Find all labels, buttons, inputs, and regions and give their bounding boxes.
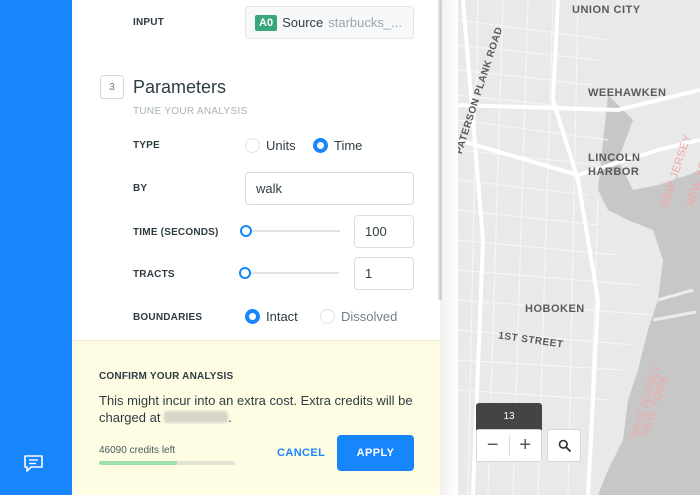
zoom-out-button[interactable]: − <box>477 430 509 461</box>
confirm-body-suffix: . <box>228 410 232 425</box>
type-option-time-label: Time <box>334 138 363 153</box>
cancel-button[interactable]: CANCEL <box>277 447 325 459</box>
type-label: TYPE <box>133 140 160 151</box>
boundaries-option-intact-label: Intact <box>266 309 298 324</box>
tracts-slider[interactable] <box>239 267 339 279</box>
radio-unselected-icon <box>245 138 260 153</box>
step-number: 3 <box>100 75 124 99</box>
map-label-lincoln-harbor: LINCOLN HARBOR <box>588 152 641 178</box>
time-label: TIME (SECONDS) <box>133 227 219 238</box>
confirm-title: CONFIRM YOUR ANALYSIS <box>99 371 234 382</box>
input-label: INPUT <box>133 17 164 28</box>
map-label-hoboken: HOBOKEN <box>525 303 585 315</box>
tracts-label: TRACTS <box>133 269 175 280</box>
confirm-body-text: This might incur into an extra cost. Ext… <box>99 393 413 425</box>
radio-unselected-icon <box>320 309 335 324</box>
zoom-level-badge: 13 <box>476 403 542 430</box>
input-source-select[interactable]: A0 Source starbucks_... <box>245 6 414 39</box>
tracts-input[interactable]: 1 <box>354 257 414 290</box>
map-label-union-city: UNION CITY <box>572 4 641 16</box>
credits-bar-fill <box>99 461 177 465</box>
map-label-weehawken: WEEHAWKEN <box>588 87 667 99</box>
section-subtitle: TUNE YOUR ANALYSIS <box>133 106 248 117</box>
radio-selected-icon <box>313 138 328 153</box>
time-slider-track <box>240 230 340 232</box>
credits-left: 46090 credits left <box>99 445 176 456</box>
time-input[interactable]: 100 <box>354 215 414 248</box>
map-label-lincoln: LINCOLN HARBOR <box>588 151 648 179</box>
zoom-control: − + <box>476 429 542 462</box>
source-name: starbucks_... <box>328 15 402 30</box>
left-rail <box>0 0 72 495</box>
section-title: Parameters <box>133 77 227 97</box>
redacted-price <box>164 411 229 423</box>
panel-shadow <box>440 0 458 495</box>
type-option-units-label: Units <box>266 138 296 153</box>
zoom-in-button[interactable]: + <box>509 430 541 461</box>
by-label: BY <box>133 183 148 194</box>
credits-bar <box>99 461 235 465</box>
radio-selected-icon <box>245 309 260 324</box>
boundaries-option-dissolved[interactable]: Dissolved <box>320 309 397 324</box>
confirm-body: This might incur into an extra cost. Ext… <box>99 392 419 426</box>
by-input[interactable]: walk <box>245 172 414 205</box>
search-icon <box>558 439 571 452</box>
tracts-slider-handle[interactable] <box>239 267 251 279</box>
boundaries-label: BOUNDARIES <box>133 312 203 323</box>
apply-button[interactable]: APPLY <box>337 435 414 471</box>
type-option-units[interactable]: Units <box>245 138 296 153</box>
node-id-badge: A0 <box>255 14 278 31</box>
time-slider-handle[interactable] <box>240 225 252 237</box>
tracts-slider-track <box>239 272 339 274</box>
map-search-button[interactable] <box>547 429 581 462</box>
time-slider[interactable] <box>240 225 340 237</box>
boundaries-option-intact[interactable]: Intact <box>245 309 298 324</box>
chat-icon[interactable] <box>24 455 43 472</box>
type-option-time[interactable]: Time <box>313 138 362 153</box>
source-word: Source <box>282 15 324 30</box>
confirm-analysis-box: CONFIRM YOUR ANALYSIS This might incur i… <box>72 340 440 495</box>
boundaries-option-dissolved-label: Dissolved <box>341 309 398 324</box>
